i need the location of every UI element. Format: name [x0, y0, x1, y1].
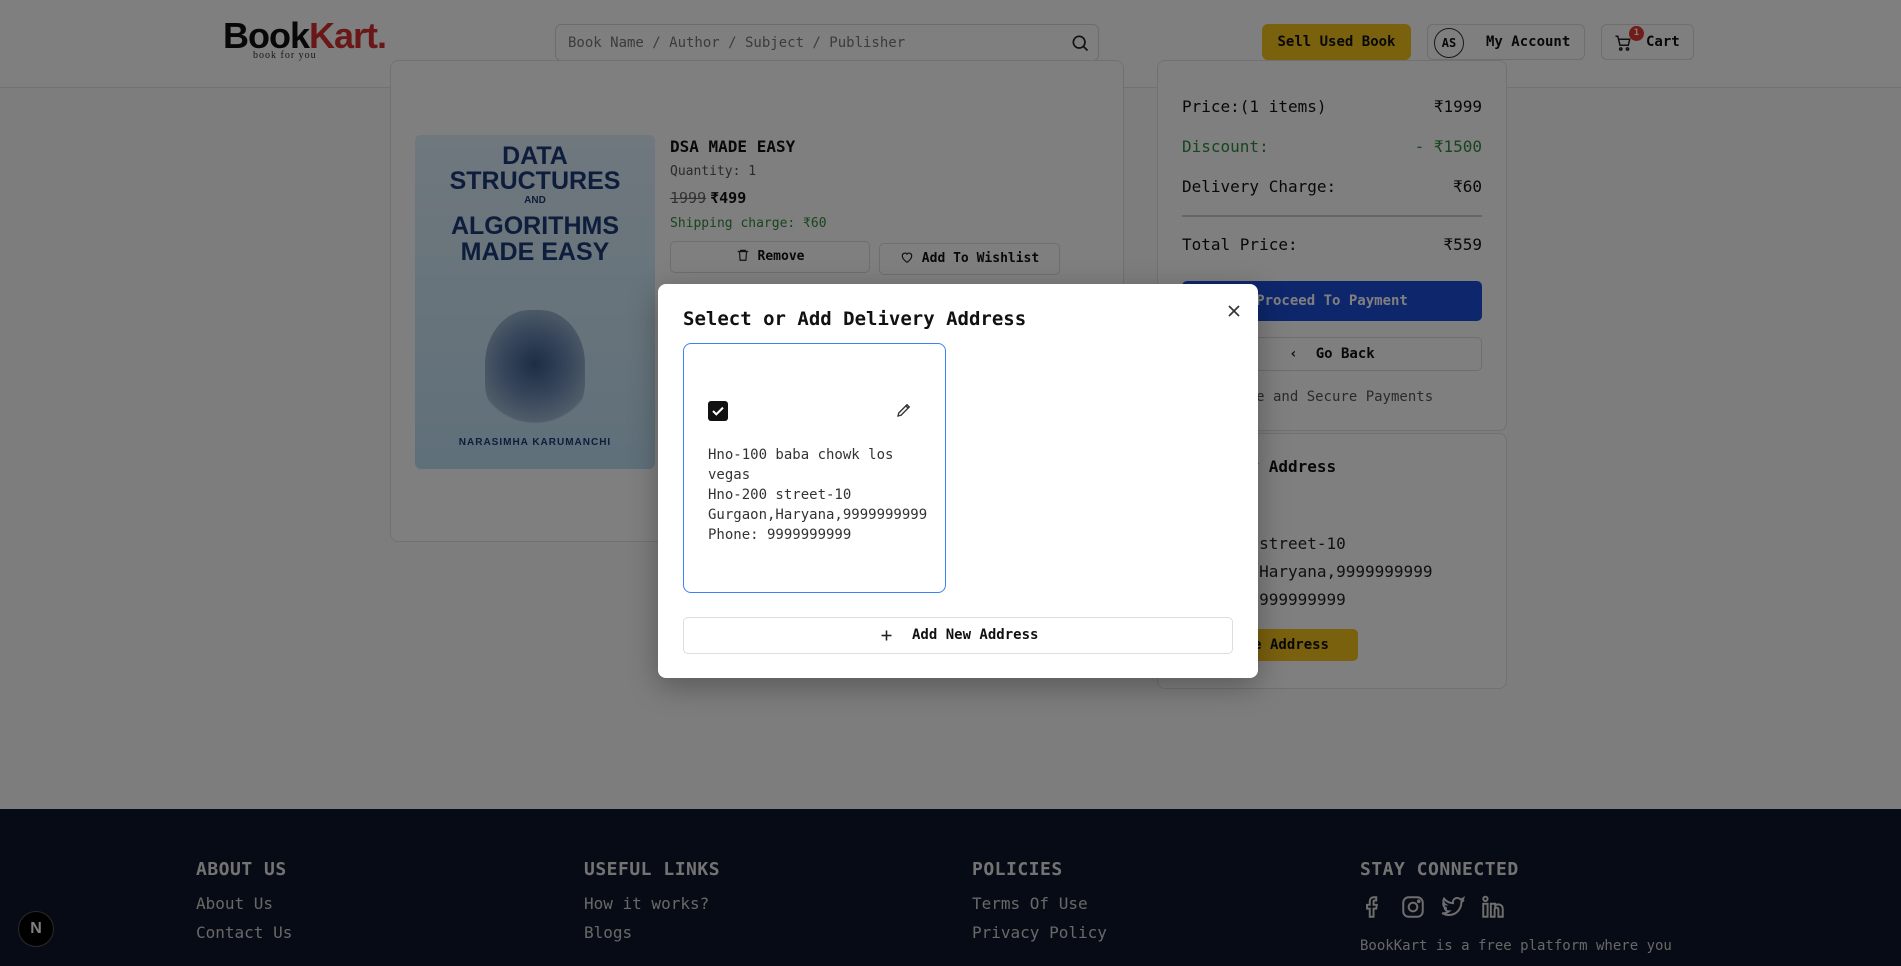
- close-icon[interactable]: [1224, 301, 1244, 321]
- pencil-icon[interactable]: [895, 401, 913, 419]
- address-line-2: Hno-200 street-10: [708, 487, 852, 503]
- address-modal: Select or Add Delivery Address Hno-100 b…: [658, 284, 1258, 678]
- address-line-3: Gurgaon,Haryana,9999999999: [708, 507, 928, 523]
- page: BookKart. book for you Sell Used Book AS…: [0, 0, 1901, 966]
- address-checkbox[interactable]: [708, 401, 728, 421]
- address-line-4: Phone: 9999999999: [708, 527, 852, 543]
- plus-icon: [881, 630, 892, 641]
- modal-title: Select or Add Delivery Address: [683, 308, 1027, 330]
- check-icon: [712, 406, 724, 416]
- add-new-address-label: Add New Address: [912, 627, 1039, 643]
- address-option-card[interactable]: Hno-100 baba chowk los vegas Hno-200 str…: [683, 343, 946, 593]
- address-text: Hno-100 baba chowk los vegas Hno-200 str…: [708, 445, 938, 545]
- add-new-address-button[interactable]: Add New Address: [683, 617, 1233, 654]
- address-line-1: Hno-100 baba chowk los vegas: [708, 447, 894, 483]
